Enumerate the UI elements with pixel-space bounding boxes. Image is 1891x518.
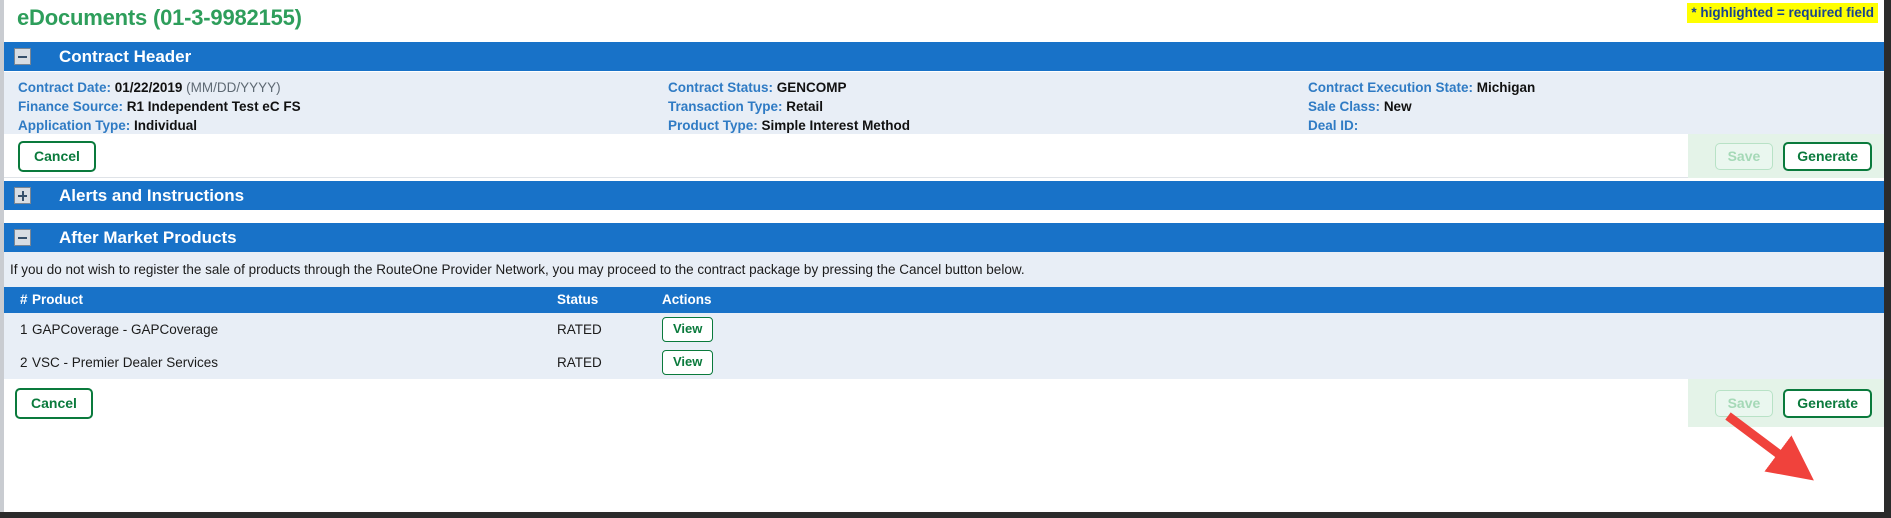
contract-header-action-bar: Cancel Save Generate bbox=[4, 134, 1884, 178]
section-title-after-market-products: After Market Products bbox=[59, 227, 237, 247]
field-label: Product Type: bbox=[668, 118, 758, 133]
cell-actions: View bbox=[662, 346, 1884, 379]
field-deal-id: Deal ID: bbox=[1308, 116, 1535, 135]
plus-icon[interactable] bbox=[14, 187, 31, 204]
field-hint: (MM/DD/YYYY) bbox=[186, 80, 281, 95]
field-label: Finance Source: bbox=[18, 99, 124, 114]
field-value: GENCOMP bbox=[776, 80, 847, 95]
table-row: 1 GAPCoverage - GAPCoverage RATED View bbox=[4, 313, 1884, 346]
table-header-row: # Product Status Actions bbox=[4, 287, 1884, 313]
field-label: Deal ID: bbox=[1308, 118, 1359, 133]
field-label: Application Type: bbox=[18, 118, 131, 133]
field-value: 01/22/2019 bbox=[114, 80, 183, 95]
field-application-type: Application Type: Individual bbox=[18, 116, 301, 135]
cell-status: RATED bbox=[557, 346, 662, 379]
column-header-number: # bbox=[4, 287, 32, 313]
page-titlebar: eDocuments (01-3-9982155) * highlighted … bbox=[4, 0, 1884, 42]
field-label: Contract Status: bbox=[668, 80, 774, 95]
field-contract-status: Contract Status: GENCOMP bbox=[668, 78, 910, 97]
after-market-action-right: Save Generate bbox=[1688, 379, 1884, 427]
view-button-row-2[interactable]: View bbox=[662, 350, 714, 375]
page-bottom-scrollbar[interactable] bbox=[0, 512, 1891, 518]
field-value: Simple Interest Method bbox=[761, 118, 911, 133]
required-field-note: * highlighted = required field bbox=[1687, 3, 1878, 23]
field-contract-date: Contract Date: 01/22/2019 (MM/DD/YYYY) bbox=[18, 78, 301, 97]
detail-column-2: Contract Status: GENCOMP Transaction Typ… bbox=[668, 78, 910, 135]
table-body: 1 GAPCoverage - GAPCoverage RATED View 2… bbox=[4, 313, 1884, 379]
section-title-alerts-and-instructions: Alerts and Instructions bbox=[59, 185, 245, 205]
field-transaction-type: Transaction Type: Retail bbox=[668, 97, 910, 116]
view-button-row-1[interactable]: View bbox=[662, 317, 714, 342]
field-value: Michigan bbox=[1476, 80, 1536, 95]
field-finance-source: Finance Source: R1 Independent Test eC F… bbox=[18, 97, 301, 116]
section-header-alerts-and-instructions[interactable]: Alerts and Instructions bbox=[4, 181, 1884, 211]
column-header-product: Product bbox=[32, 287, 557, 313]
cell-number: 2 bbox=[4, 346, 32, 379]
minus-icon[interactable] bbox=[14, 229, 31, 246]
page-right-scrollbar[interactable] bbox=[1884, 0, 1891, 518]
field-label: Transaction Type: bbox=[668, 99, 783, 114]
field-contract-execution-state: Contract Execution State: Michigan bbox=[1308, 78, 1535, 97]
save-button-header[interactable]: Save bbox=[1714, 142, 1774, 170]
table-row: 2 VSC - Premier Dealer Services RATED Vi… bbox=[4, 346, 1884, 379]
cell-actions: View bbox=[662, 313, 1884, 346]
edocuments-page: eDocuments (01-3-9982155) * highlighted … bbox=[0, 0, 1891, 518]
contract-header-details: Contract Date: 01/22/2019 (MM/DD/YYYY) F… bbox=[4, 72, 1884, 134]
column-header-status: Status bbox=[557, 287, 662, 313]
field-value: Retail bbox=[786, 99, 824, 114]
field-label: Contract Date: bbox=[18, 80, 112, 95]
after-market-products-table: # Product Status Actions 1 GAPCoverage -… bbox=[4, 287, 1884, 379]
field-label: Sale Class: bbox=[1308, 99, 1381, 114]
generate-button-bottom[interactable]: Generate bbox=[1783, 388, 1872, 418]
column-header-actions: Actions bbox=[662, 287, 1884, 313]
field-value: New bbox=[1383, 99, 1412, 114]
cancel-button-header[interactable]: Cancel bbox=[18, 141, 96, 172]
field-value: R1 Independent Test eC FS bbox=[126, 99, 301, 114]
field-label: Contract Execution State: bbox=[1308, 80, 1474, 95]
detail-column-3: Contract Execution State: Michigan Sale … bbox=[1308, 78, 1535, 135]
page-content: eDocuments (01-3-9982155) * highlighted … bbox=[4, 0, 1884, 512]
cancel-button-bottom[interactable]: Cancel bbox=[15, 388, 93, 419]
cell-number: 1 bbox=[4, 313, 32, 346]
cell-status: RATED bbox=[557, 313, 662, 346]
section-title-contract-header: Contract Header bbox=[59, 46, 192, 66]
contract-header-action-right: Save Generate bbox=[1688, 134, 1884, 178]
field-value: Individual bbox=[134, 118, 198, 133]
field-sale-class: Sale Class: New bbox=[1308, 97, 1535, 116]
detail-column-1: Contract Date: 01/22/2019 (MM/DD/YYYY) F… bbox=[18, 78, 301, 135]
after-market-action-bar: Cancel Save Generate bbox=[4, 379, 1884, 427]
save-button-bottom[interactable]: Save bbox=[1714, 389, 1774, 417]
section-header-after-market-products[interactable]: After Market Products bbox=[4, 223, 1884, 253]
generate-button-header[interactable]: Generate bbox=[1783, 141, 1872, 171]
minus-icon[interactable] bbox=[14, 48, 31, 65]
after-market-instruction-text: If you do not wish to register the sale … bbox=[4, 253, 1884, 287]
cell-product: VSC - Premier Dealer Services bbox=[32, 346, 557, 379]
cell-product: GAPCoverage - GAPCoverage bbox=[32, 313, 557, 346]
field-product-type: Product Type: Simple Interest Method bbox=[668, 116, 910, 135]
table-head: # Product Status Actions bbox=[4, 287, 1884, 313]
page-title: eDocuments (01-3-9982155) bbox=[17, 5, 302, 30]
section-header-contract-header[interactable]: Contract Header bbox=[4, 42, 1884, 72]
